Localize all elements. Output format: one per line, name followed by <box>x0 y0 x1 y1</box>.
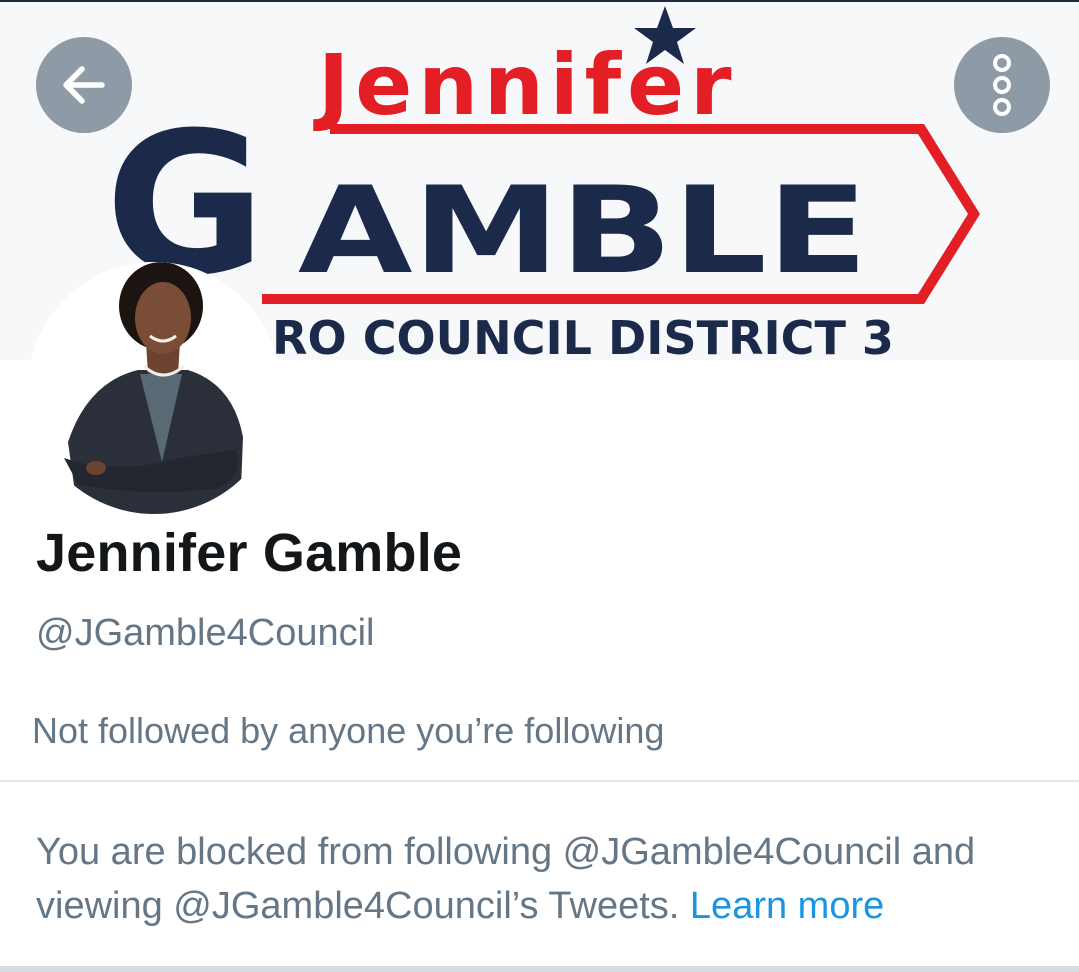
arrow-left-icon <box>63 66 105 104</box>
profile-handle: @JGamble4Council <box>36 612 375 654</box>
avatar-photo <box>28 262 280 514</box>
back-button[interactable] <box>36 37 132 133</box>
logo-last-name: AMBLE <box>298 162 868 301</box>
section-divider <box>0 780 1079 782</box>
learn-more-link[interactable]: Learn more <box>690 885 884 927</box>
profile-display-name: Jennifer Gamble <box>36 523 463 583</box>
followed-by-text: Not followed by anyone you’re following <box>32 710 665 751</box>
blocked-notice: You are blocked from following @JGamble4… <box>36 825 1066 933</box>
logo-first-name: Jennifer <box>313 36 738 134</box>
logo-tagline: RO COUNCIL DISTRICT 3 <box>272 311 894 360</box>
more-options-button[interactable] <box>954 37 1050 133</box>
bottom-border <box>0 966 1079 972</box>
profile-avatar[interactable] <box>28 262 280 514</box>
more-vertical-icon <box>993 54 1011 116</box>
